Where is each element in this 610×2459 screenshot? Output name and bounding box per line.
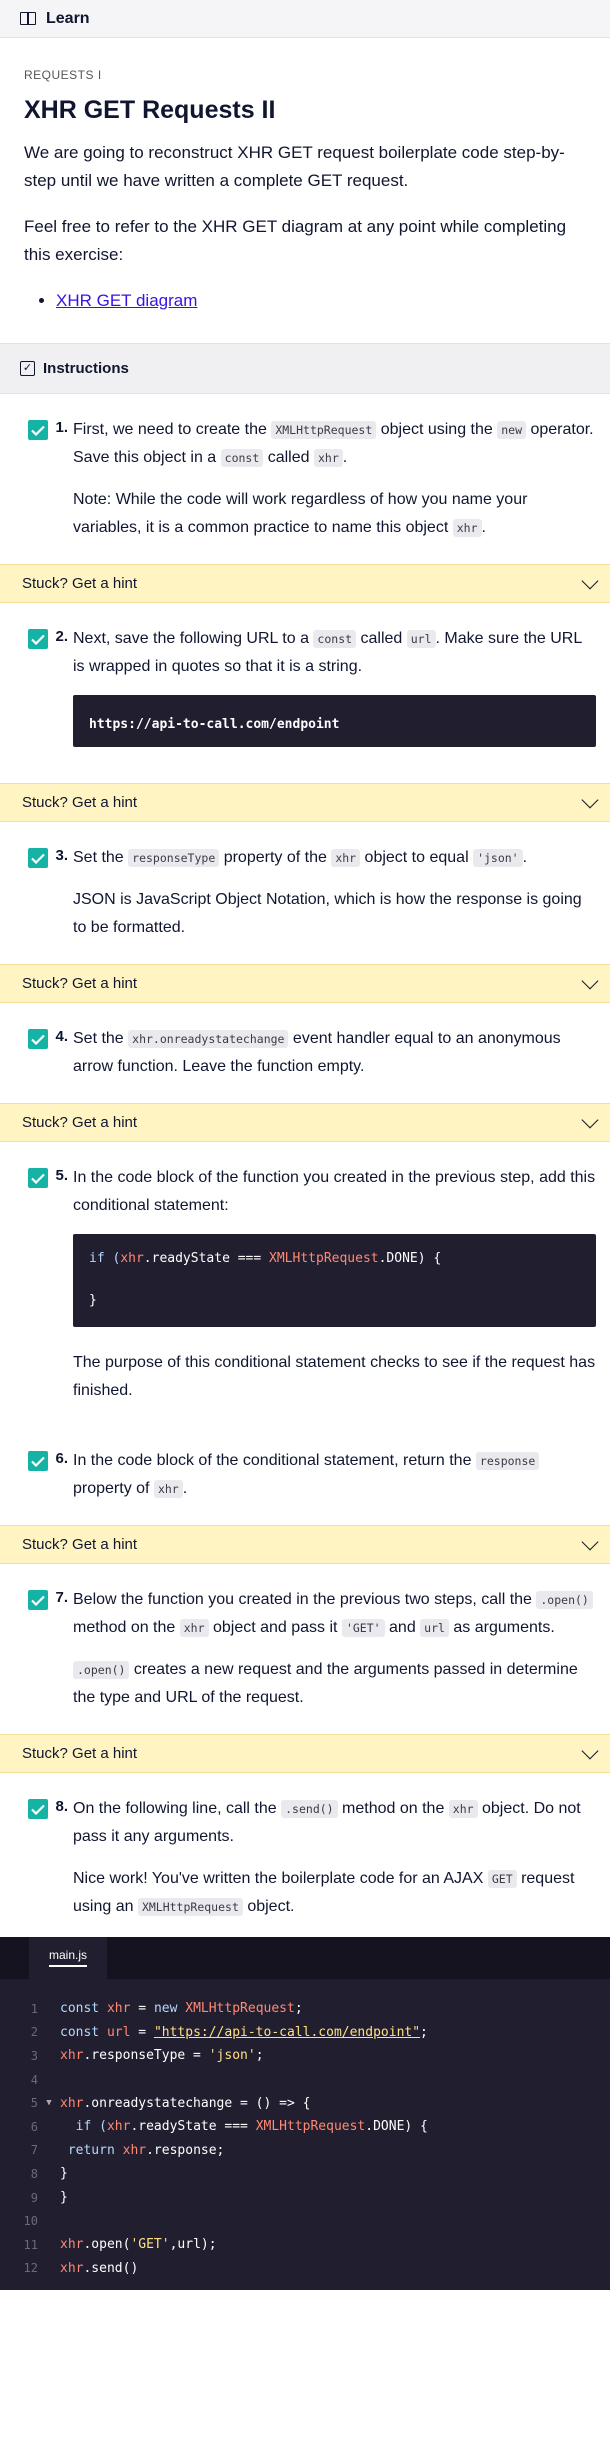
task-note: The purpose of this conditional statemen… <box>73 1354 596 1399</box>
task-body: In the code block of the conditional sta… <box>73 1447 596 1503</box>
task-body: In the code block of the function you cr… <box>73 1164 596 1405</box>
task-number: 2. <box>55 628 68 645</box>
checkbox-icon: ✓ <box>20 361 35 376</box>
code-line: 9} <box>30 2190 68 2206</box>
task-item: 3. Set the responseType property of the … <box>0 822 610 964</box>
checkmark-icon <box>28 1590 48 1610</box>
panel-title: Learn <box>46 9 90 27</box>
link-list: XHR GET diagram <box>56 287 586 315</box>
task-item: 2. Next, save the following URL to a con… <box>0 603 610 783</box>
task-body: Set the responseType property of the xhr… <box>73 844 596 942</box>
editor-tab-bar: main.js <box>0 1937 610 1979</box>
instructions-header: ✓ Instructions <box>0 343 610 394</box>
checkmark-icon <box>28 1451 48 1471</box>
code-line: 4 <box>30 2072 38 2087</box>
task-item: 4. Set the xhr.onreadystatechange event … <box>0 1003 610 1103</box>
code-line: 3 xhr.responseType = 'json'; <box>30 2048 264 2064</box>
chevron-down-icon <box>581 1111 599 1128</box>
task-text: First, we need to create the XMLHttpRequ… <box>73 421 594 467</box>
checkmark-icon <box>28 629 48 649</box>
task-item: 7. Below the function you created in the… <box>0 1564 610 1734</box>
task-number: 4. <box>55 1028 68 1045</box>
task-text: Below the function you created in the pr… <box>73 1586 596 1642</box>
checkmark-icon <box>28 1168 48 1188</box>
task-body: Next, save the following URL to a const … <box>73 625 596 761</box>
hint-label: Stuck? Get a hint <box>22 794 138 811</box>
task-text: On the following line, call the .send() … <box>73 1800 581 1845</box>
code-line: 8} <box>30 2166 68 2182</box>
chevron-down-icon <box>581 791 599 808</box>
task-body: Below the function you created in the pr… <box>73 1586 596 1712</box>
hint-label: Stuck? Get a hint <box>22 1114 138 1131</box>
code-line: 11 xhr.open('GET',url); <box>23 2237 217 2253</box>
task-text: In the code block of the conditional sta… <box>73 1447 596 1503</box>
task-note: .open() creates a new request and the ar… <box>73 1661 578 1706</box>
code-editor[interactable]: main.js 1 const xhr = new XMLHttpRequest;… <box>0 1937 610 2291</box>
code-line: 1 const xhr = new XMLHttpRequest; <box>30 2001 303 2017</box>
book-icon <box>20 12 36 25</box>
code-line: 5 ▼ xhr.onreadystatechange = () => { <box>30 2095 311 2111</box>
task-item: 8. On the following line, call the .send… <box>0 1773 610 1937</box>
hint-label: Stuck? Get a hint <box>22 1745 138 1762</box>
code-block: https://api-to-call.com/endpoint <box>73 695 596 747</box>
task-item: 1. First, we need to create the XMLHttpR… <box>0 394 610 564</box>
task-item: 6. In the code block of the conditional … <box>0 1427 610 1525</box>
task-text: Next, save the following URL to a const … <box>73 630 582 675</box>
task-number: 8. <box>55 1798 68 1815</box>
list-item: XHR GET diagram <box>56 287 586 315</box>
task-number: 3. <box>55 847 68 864</box>
code-line: 12 xhr.send() <box>23 2260 139 2276</box>
checkmark-icon <box>28 420 48 440</box>
hint-toggle[interactable]: Stuck? Get a hint <box>0 783 610 822</box>
task-text: Set the xhr.onreadystatechange event han… <box>73 1030 561 1075</box>
fold-arrow-icon[interactable]: ▼ <box>38 2098 60 2108</box>
hint-toggle[interactable]: Stuck? Get a hint <box>0 564 610 603</box>
chevron-down-icon <box>581 1533 599 1550</box>
hint-toggle[interactable]: Stuck? Get a hint <box>0 1103 610 1142</box>
hint-label: Stuck? Get a hint <box>22 975 138 992</box>
task-item: 5. In the code block of the function you… <box>0 1142 610 1427</box>
instructions-title: Instructions <box>43 360 129 377</box>
task-note: JSON is JavaScript Object Notation, whic… <box>73 891 582 936</box>
hint-toggle[interactable]: Stuck? Get a hint <box>0 1734 610 1773</box>
checkmark-icon <box>28 848 48 868</box>
hint-toggle[interactable]: Stuck? Get a hint <box>0 964 610 1003</box>
task-number: 1. <box>55 419 68 436</box>
tab-main-js[interactable]: main.js <box>29 1937 108 1979</box>
learn-section: REQUESTS I XHR GET Requests II We are go… <box>0 38 610 343</box>
top-bar: Learn <box>0 0 610 38</box>
task-text: Set the responseType property of the xhr… <box>73 849 528 867</box>
task-body: First, we need to create the XMLHttpRequ… <box>73 416 596 542</box>
code-line: if (xhr.readyState === XMLHttpRequest.DO… <box>89 1251 442 1266</box>
task-number: 6. <box>55 1450 68 1467</box>
xhr-get-diagram-link[interactable]: XHR GET diagram <box>56 291 197 310</box>
code-lines[interactable]: 1 const xhr = new XMLHttpRequest; 2 const … <box>0 1979 610 2290</box>
task-body: On the following line, call the .send() … <box>73 1795 596 1921</box>
task-number: 7. <box>55 1589 68 1606</box>
code-block: if (xhr.readyState === XMLHttpRequest.DO… <box>73 1234 596 1327</box>
lesson-eyebrow: REQUESTS I <box>24 68 102 82</box>
code-line: 2 const url = "https://api-to-call.com/en… <box>30 2024 428 2040</box>
lesson-title: XHR GET Requests II <box>24 96 276 124</box>
code-line: 7 return xhr.response; <box>30 2142 225 2158</box>
task-number: 5. <box>55 1167 68 1184</box>
checkmark-icon <box>28 1799 48 1819</box>
code-line: 10 <box>23 2214 38 2229</box>
chevron-down-icon <box>581 572 599 589</box>
chevron-down-icon <box>581 1742 599 1759</box>
code-line: } <box>89 1293 97 1308</box>
task-body: Set the xhr.onreadystatechange event han… <box>73 1025 596 1081</box>
hint-toggle[interactable]: Stuck? Get a hint <box>0 1525 610 1564</box>
checkmark-icon <box>28 1029 48 1049</box>
hint-label: Stuck? Get a hint <box>22 1536 138 1553</box>
lesson-paragraph: We are going to reconstruct XHR GET requ… <box>24 143 565 190</box>
task-text: In the code block of the function you cr… <box>73 1169 596 1214</box>
chevron-down-icon <box>581 972 599 989</box>
hint-label: Stuck? Get a hint <box>22 575 138 592</box>
lesson-paragraph: Feel free to refer to the XHR GET diagra… <box>24 217 567 264</box>
task-note: Nice work! You've written the boilerplat… <box>73 1870 575 1916</box>
code-line: 6 if (xhr.readyState === XMLHttpRequest.… <box>30 2119 428 2135</box>
task-note: Note: While the code will work regardles… <box>73 491 528 537</box>
